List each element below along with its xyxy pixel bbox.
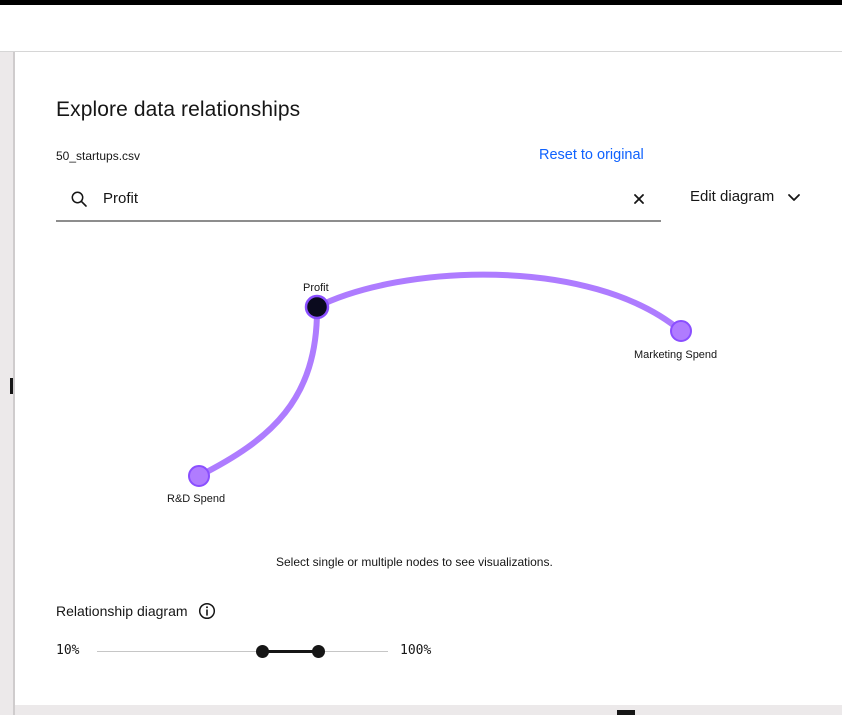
- diagram-hint: Select single or multiple nodes to see v…: [276, 555, 553, 569]
- edit-diagram-dropdown[interactable]: Edit diagram: [690, 188, 802, 205]
- reset-to-original-link[interactable]: Reset to original: [539, 147, 644, 163]
- resize-handle[interactable]: [10, 378, 13, 394]
- page-title: Explore data relationships: [56, 98, 301, 121]
- bottom-handle[interactable]: [617, 710, 635, 715]
- node-label-marketing-spend: Marketing Spend: [634, 349, 718, 361]
- slider-handle-high[interactable]: [312, 645, 325, 658]
- edit-diagram-label: Edit diagram: [690, 188, 775, 205]
- bottom-band: [15, 705, 842, 715]
- node-label-rd-spend: R&D Spend: [167, 493, 226, 505]
- slider-track[interactable]: [97, 651, 388, 652]
- node-profit[interactable]: [304, 294, 330, 320]
- file-name: 50_startups.csv: [56, 149, 141, 163]
- relationship-diagram-label: Relationship diagram: [56, 603, 188, 619]
- node-rd-spend[interactable]: [188, 465, 210, 487]
- top-strip: [0, 5, 842, 51]
- search-icon: [71, 191, 87, 207]
- info-icon[interactable]: [198, 602, 216, 620]
- slider-max-label: 100%: [400, 643, 432, 658]
- search-field[interactable]: Profit: [56, 178, 661, 222]
- slider-selected-range: [262, 650, 319, 653]
- slider-min-label: 10%: [56, 643, 80, 658]
- node-label-profit: Profit: [303, 282, 329, 294]
- slider-handle-low[interactable]: [256, 645, 269, 658]
- relationship-diagram-heading: Relationship diagram: [56, 602, 216, 620]
- search-input[interactable]: Profit: [103, 190, 138, 207]
- close-icon[interactable]: [630, 190, 648, 208]
- node-marketing-spend[interactable]: [670, 320, 692, 342]
- chevron-down-icon: [788, 193, 801, 201]
